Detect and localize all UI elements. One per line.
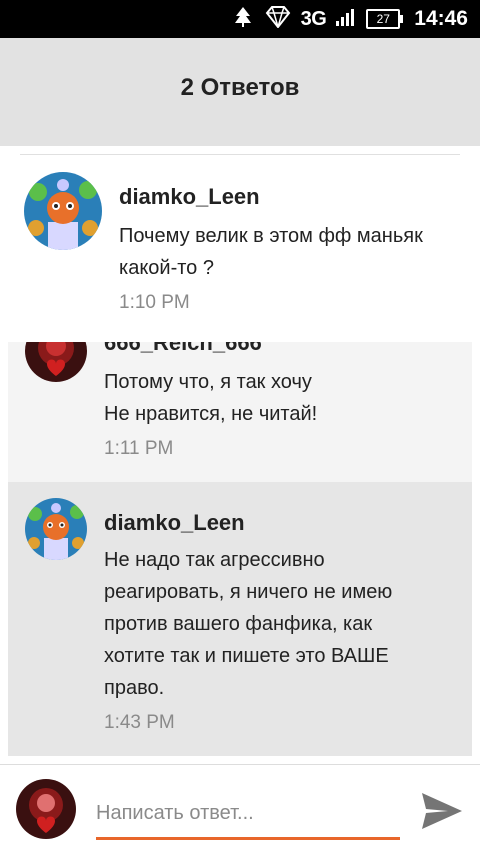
- avatar[interactable]: [25, 498, 87, 560]
- divider: [20, 154, 460, 155]
- status-icons: 3G 27 14:46: [231, 0, 468, 38]
- comment-line: какой-то ?: [119, 257, 214, 279]
- comment-line: Потому что, я так хочу: [104, 371, 312, 393]
- comment-author[interactable]: diamko_Leen: [104, 510, 245, 536]
- comment-time: 1:11 PM: [104, 438, 174, 459]
- battery-icon: 27: [366, 9, 404, 29]
- comment-time: 1:43 PM: [104, 712, 175, 733]
- header: 2 Ответов: [0, 38, 480, 146]
- avatar[interactable]: [25, 342, 87, 382]
- comment-text: Потому что, я так хочу Не нравится, не ч…: [104, 366, 317, 430]
- avatar[interactable]: [24, 172, 102, 250]
- comment-author[interactable]: 666_Reich_666: [104, 342, 262, 356]
- comment-line: Не надо так агрессивно: [104, 549, 325, 571]
- signal-icon: [336, 8, 356, 31]
- avatar: [16, 779, 76, 839]
- diamond-icon: [265, 5, 291, 33]
- network-type: 3G: [300, 7, 327, 30]
- clock: 14:46: [414, 7, 468, 30]
- comment-line: Почему велик в этом фф маньяк: [119, 225, 423, 247]
- comment-author[interactable]: diamko_Leen: [119, 184, 260, 210]
- page-title: 2 Ответов: [180, 74, 300, 101]
- status-bar: 3G 27 14:46: [0, 0, 480, 38]
- comment-line: хотите так и пишете это ВАШЕ: [104, 645, 389, 667]
- tree-icon: [231, 5, 255, 34]
- comment-line: реагировать, я ничего не имею: [104, 581, 393, 603]
- comment-text: Не надо так агрессивно реагировать, я ни…: [104, 544, 392, 704]
- main-comment: diamko_Leen Почему велик в этом фф манья…: [0, 146, 480, 342]
- comment-line: Не нравится, не читай!: [104, 403, 318, 425]
- reply-input[interactable]: [96, 793, 396, 833]
- reply-item: diamko_Leen Не надо так агрессивно реаги…: [8, 482, 472, 756]
- send-icon: [422, 793, 462, 829]
- comment-line: право.: [104, 677, 165, 699]
- reply-composer: [0, 764, 480, 855]
- reply-item: 666_Reich_666 Потому что, я так хочу Не …: [8, 342, 472, 482]
- comment-line: против вашего фанфика, как: [104, 613, 373, 635]
- comment-time: 1:10 PM: [119, 292, 190, 313]
- send-button[interactable]: [418, 787, 466, 835]
- input-underline: [96, 837, 400, 840]
- comment-text: Почему велик в этом фф маньяк какой-то ?: [119, 220, 423, 284]
